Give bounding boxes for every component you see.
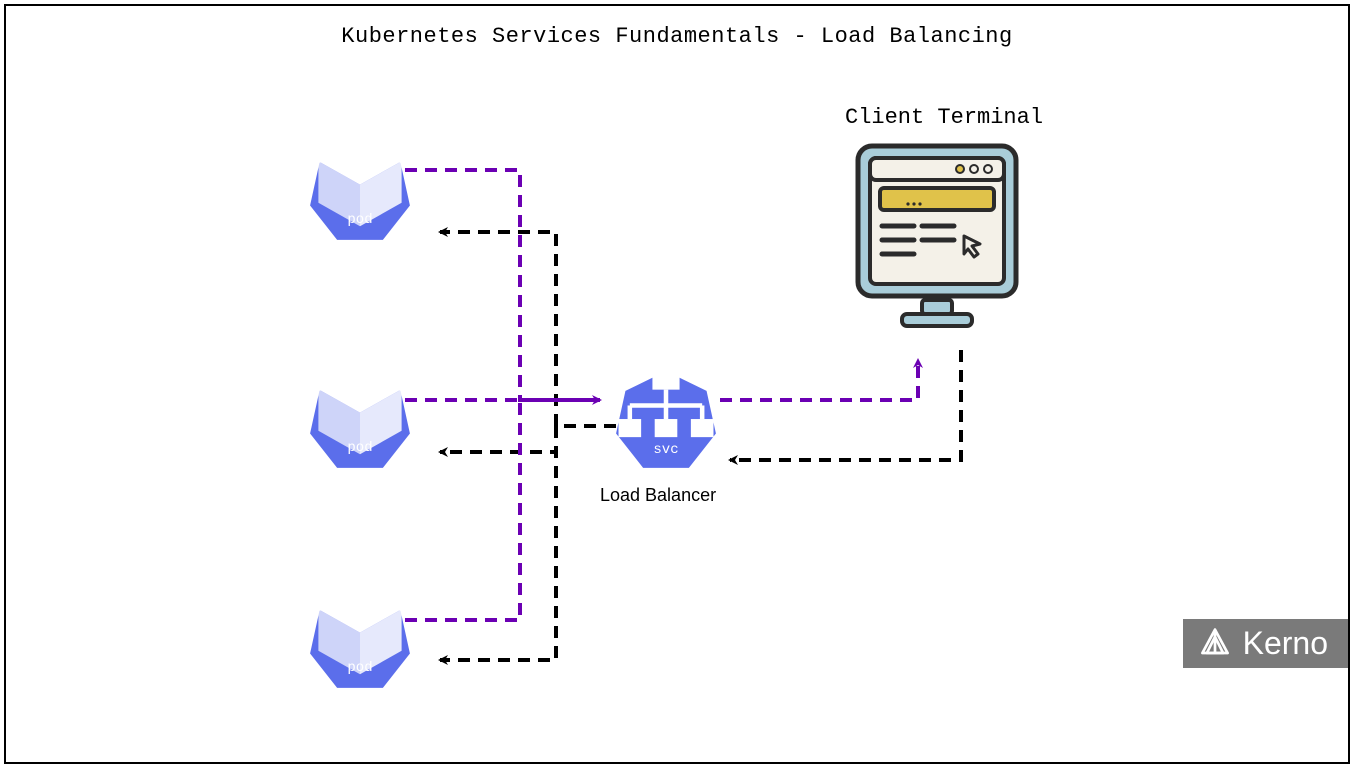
brand-badge: Kerno [1183,619,1348,668]
svc-label: svc [653,442,678,458]
service-caption: Load Balancer [600,485,716,506]
pod-node-1: pod [308,140,412,244]
diagram-title: Kubernetes Services Fundamentals - Load … [341,24,1012,49]
client-terminal-icon [852,140,1022,330]
pod-node-3: pod [308,588,412,692]
service-node: svc [614,368,718,472]
client-title: Client Terminal [845,105,1043,130]
pod-node-2: pod [308,368,412,472]
pod-label: pod [347,440,372,456]
brand-logo-icon [1197,626,1233,662]
brand-name: Kerno [1243,625,1328,662]
pod-label: pod [347,660,372,676]
pod-label: pod [347,212,372,228]
